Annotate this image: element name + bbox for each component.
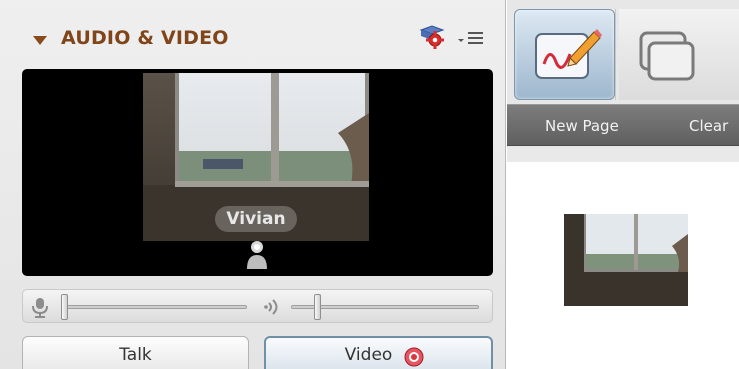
- speaker-icon[interactable]: [263, 296, 285, 318]
- options-menu-icon[interactable]: [454, 28, 486, 48]
- panel-title: AUDIO & VIDEO: [61, 27, 229, 49]
- microphone-volume-thumb[interactable]: [61, 294, 68, 320]
- settings-gear-icon[interactable]: [418, 24, 446, 50]
- microphone-icon[interactable]: [31, 296, 49, 318]
- clear-tool-button[interactable]: [619, 9, 739, 100]
- toolbar-underbar: [507, 147, 739, 162]
- audio-volume-controls: [22, 289, 493, 323]
- whiteboard-snapshot-image[interactable]: [564, 214, 688, 306]
- video-button-label: Video: [344, 345, 393, 365]
- participant-name-badge: Vivian: [215, 206, 297, 232]
- whiteboard-toolbar: New Page Clear: [507, 0, 739, 162]
- talk-button[interactable]: Talk: [22, 336, 249, 369]
- video-button[interactable]: Video: [264, 336, 493, 369]
- record-icon: [404, 347, 424, 367]
- speaker-volume-thumb[interactable]: [314, 294, 321, 320]
- participant-person-icon: [247, 241, 267, 269]
- audio-video-panel: AUDIO & VIDEO Vivian Talk Video: [0, 0, 506, 369]
- toolbar-divider: [615, 9, 616, 100]
- whiteboard-tool-labels: New Page Clear: [507, 104, 739, 146]
- snapshot-image: [564, 214, 688, 306]
- clear-pages-icon: [639, 31, 695, 81]
- panel-header: AUDIO & VIDEO: [0, 0, 506, 66]
- whiteboard-pen-icon: [535, 29, 602, 79]
- microphone-volume-track[interactable]: [63, 305, 247, 309]
- new-page-label[interactable]: New Page: [545, 117, 619, 135]
- new-page-tool-button[interactable]: [514, 9, 615, 100]
- video-display: Vivian: [22, 69, 493, 276]
- talk-button-label: Talk: [119, 345, 152, 365]
- collapse-arrow-icon[interactable]: [33, 36, 47, 45]
- clear-label[interactable]: Clear: [689, 117, 728, 135]
